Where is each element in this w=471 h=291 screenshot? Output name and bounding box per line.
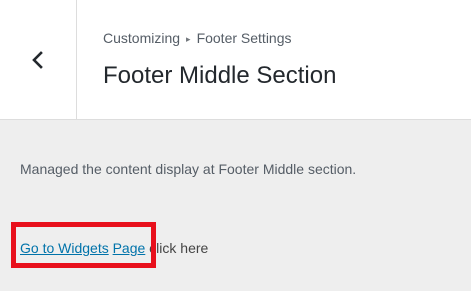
breadcrumb-root: Customizing <box>103 30 181 46</box>
chevron-left-icon <box>31 50 45 70</box>
breadcrumb-parent: Footer Settings <box>196 30 292 46</box>
breadcrumb: Customizing ▸ Footer Settings <box>103 28 336 50</box>
go-to-widgets-link[interactable]: Go to Widgets <box>20 240 109 256</box>
breadcrumb-separator-icon: ▸ <box>186 34 191 44</box>
click-here-text: click here <box>145 240 209 256</box>
panel-titles: Customizing ▸ Footer Settings Footer Middl… <box>103 28 336 91</box>
back-button[interactable] <box>0 0 77 119</box>
section-content: Managed the content display at Footer Mi… <box>0 120 471 291</box>
widgets-page-link[interactable]: Page <box>113 240 146 256</box>
panel-title: Footer Middle Section <box>103 62 337 89</box>
widgets-link-line: Go to Widgets Page click here <box>20 238 208 258</box>
panel-header: Customizing ▸ Footer Settings Footer Middl… <box>0 0 471 120</box>
section-description: Managed the content display at Footer Mi… <box>20 161 357 177</box>
